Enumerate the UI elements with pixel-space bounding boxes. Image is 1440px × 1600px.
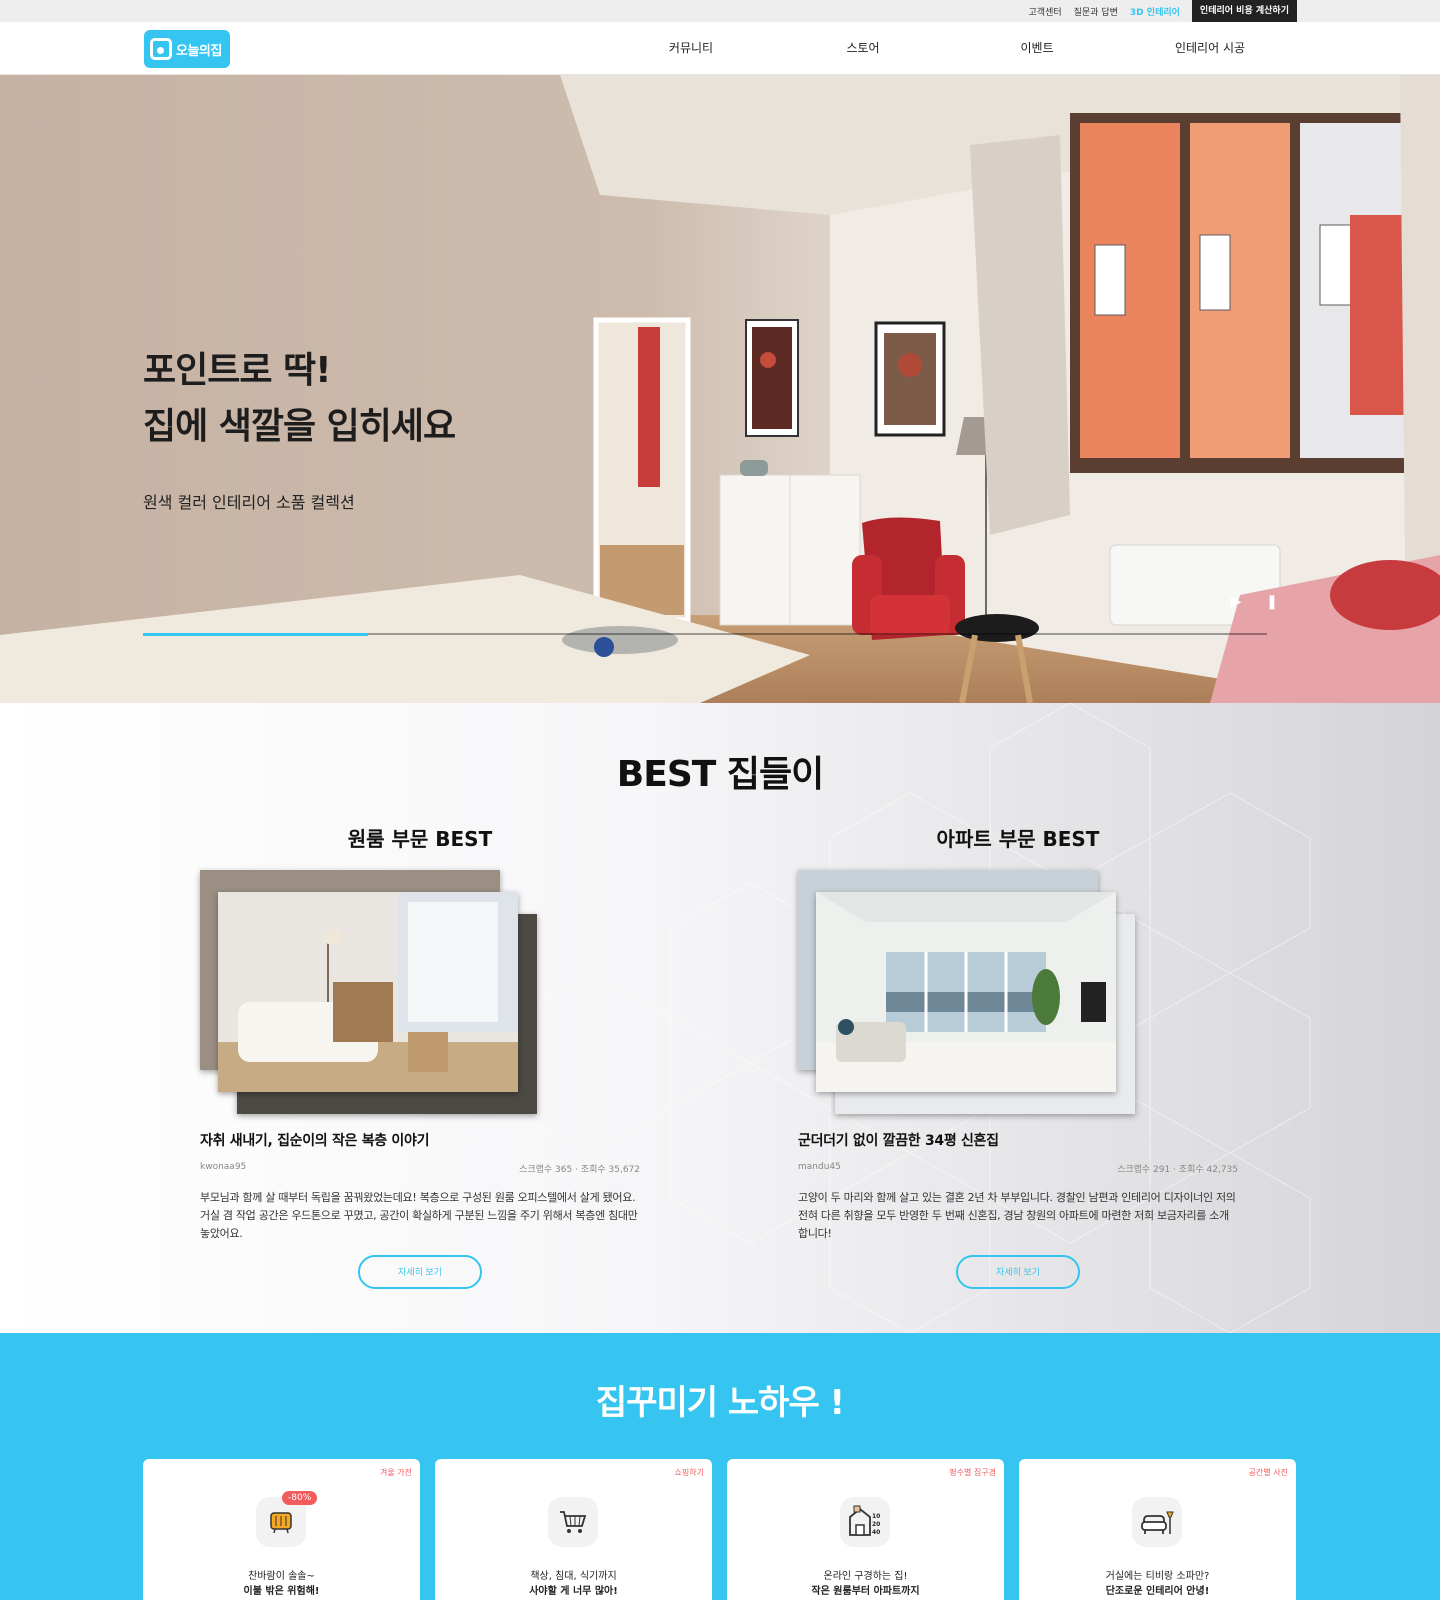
apartment-stats: 스크랩수 291 · 조회수 42,735	[1117, 1165, 1238, 1175]
sofa-icon	[1132, 1497, 1182, 1547]
apartment-heading: 아파트 부문 BEST	[936, 827, 1100, 851]
utility-links: 고객센터 질문과 답변 3D 인테리어 인테리어 비용 계산하기	[1017, 0, 1297, 22]
hero-banner: 포인트로 딱! 집에 색깔을 입히세요 원색 컬러 인테리어 소품 컬렉션 ▶ …	[0, 75, 1440, 703]
nav-community[interactable]: 커뮤니티	[631, 22, 751, 75]
card-text: 찬바람이 솔솔~ 이불 밖은 위험해!	[143, 1569, 420, 1599]
knowhow-card-size[interactable]: 평수별 집구경 10 20 40 온라인 구경하는 집! 작은 원룸부터 아파트…	[727, 1459, 1004, 1600]
oneroom-photo-stack[interactable]	[200, 870, 540, 1118]
knowhow-card-space[interactable]: 공간별 사진 거실에는 티비랑 소파만? 단조로운 인테리어 안녕!	[1019, 1459, 1296, 1600]
size-number-40: 40	[872, 1529, 880, 1536]
card-line1: 책상, 침대, 식기까지	[530, 1571, 617, 1582]
card-tag: 평수별 집구경	[949, 1468, 996, 1477]
knowhow-card-winter[interactable]: 겨울 가전 -80% 찬바람이 솔솔~ 이불 밖은 위험해!	[143, 1459, 420, 1600]
card-text: 책상, 침대, 식기까지 사야할 게 너무 많아!	[435, 1569, 712, 1599]
oneroom-title[interactable]: 자취 새내기, 집순이의 작은 복층 이야기	[200, 1130, 640, 1150]
knowhow-card-shopping[interactable]: 쇼핑하기 책상, 침대, 식기까지 사야할 게 너무 많아!	[435, 1459, 712, 1600]
apartment-photo	[816, 892, 1116, 1092]
apartment-best-card: 아파트 부문 BEST 군더더기 없이 깔끔한 34평 신혼집 mandu45 …	[798, 823, 1238, 1289]
size-number-10: 10	[872, 1513, 880, 1520]
play-icon[interactable]: ▶	[1226, 592, 1246, 612]
customer-center-link[interactable]: 고객센터	[1029, 5, 1062, 18]
slide-progress-fill	[143, 633, 368, 636]
hero-title-line2: 집에 색깔을 입히세요	[143, 406, 456, 447]
oneroom-room-image	[218, 892, 518, 1092]
card-tag: 겨울 가전	[380, 1468, 412, 1477]
oneroom-detail-button[interactable]: 자세히 보기	[358, 1255, 482, 1289]
card-line1: 온라인 구경하는 집!	[823, 1571, 908, 1582]
hero-subtitle: 원색 컬러 인테리어 소품 컬렉션	[143, 493, 355, 512]
house-size-icon: 10 20 40	[840, 1497, 890, 1547]
card-tag: 공간별 사진	[1248, 1468, 1288, 1477]
best-section-title: BEST 집들이	[616, 754, 824, 795]
card-tag: 쇼핑하기	[674, 1468, 704, 1477]
card-text: 온라인 구경하는 집! 작은 원룸부터 아파트까지	[727, 1569, 1004, 1599]
hero-title: 포인트로 딱! 집에 색깔을 입히세요	[143, 343, 456, 455]
apartment-title[interactable]: 군더더기 없이 깔끔한 34평 신혼집	[798, 1130, 1238, 1150]
card-line2: 단조로운 인테리어 안녕!	[1105, 1586, 1210, 1597]
cost-calculator-link[interactable]: 인테리어 비용 계산하기	[1191, 0, 1297, 22]
main-header: 커뮤니티 스토어 이벤트 인테리어 시공 오늘의집	[0, 22, 1440, 75]
hero-title-line1: 포인트로 딱!	[143, 350, 332, 391]
size-number-20: 20	[872, 1521, 880, 1528]
card-line1: 거실에는 티비랑 소파만?	[1105, 1571, 1210, 1582]
oneroom-stats: 스크랩수 365 · 조회수 35,672	[519, 1165, 640, 1175]
oneroom-best-card: 원룸 부문 BEST 자취 새내기, 집순이의 작은 복층 이야기 kwonaa…	[200, 823, 640, 1289]
oneroom-description: 부모님과 함께 살 때부터 독립을 꿈꿔왔었는데요! 복층으로 구성된 원룸 오…	[200, 1191, 638, 1240]
discount-badge: -80%	[282, 1491, 318, 1505]
apartment-meta: mandu45 스크랩수 291 · 조회수 42,735	[798, 1162, 1238, 1175]
apartment-photo-stack[interactable]	[798, 870, 1138, 1118]
cart-icon	[548, 1497, 598, 1547]
card-text: 거실에는 티비랑 소파만? 단조로운 인테리어 안녕!	[1019, 1569, 1296, 1599]
nav-interior-construction[interactable]: 인테리어 시공	[1150, 22, 1270, 75]
pause-icon[interactable]: ❚	[1262, 592, 1282, 612]
card-line2: 작은 원룸부터 아파트까지	[811, 1586, 920, 1597]
apartment-author: mandu45	[798, 1162, 841, 1172]
knowhow-title: 집꾸미기 노하우 !	[595, 1383, 845, 1423]
card-line1: 찬바람이 솔솔~	[248, 1571, 315, 1582]
qna-link[interactable]: 질문과 답변	[1074, 5, 1118, 18]
knowhow-cards: 겨울 가전 -80% 찬바람이 솔솔~ 이불 밖은 위험해! 쇼핑하기 책상, …	[143, 1459, 1297, 1600]
3d-interior-link[interactable]: 3D 인테리어	[1130, 5, 1180, 18]
oneroom-meta: kwonaa95 스크랩수 365 · 조회수 35,672	[200, 1162, 640, 1175]
utility-bar: 고객센터 질문과 답변 3D 인테리어 인테리어 비용 계산하기	[0, 0, 1440, 22]
logo[interactable]: 오늘의집	[144, 30, 230, 68]
oneroom-heading: 원룸 부문 BEST	[347, 827, 493, 851]
nav-event[interactable]: 이벤트	[977, 22, 1097, 75]
decor-knowhow-section: 집꾸미기 노하우 ! 겨울 가전 -80% 찬바람이 솔솔~ 이불 밖은 위험해…	[0, 1333, 1440, 1600]
slide-progress-track	[143, 633, 1267, 636]
best-housewarming-section: BEST 집들이 원룸 부문 BEST 자취 새내기, 집순이의 작은 복층 이…	[0, 703, 1440, 1333]
apartment-room-image	[816, 892, 1116, 1092]
apartment-description: 고양이 두 마리와 함께 살고 있는 결혼 2년 차 부부입니다. 경찰인 남편…	[798, 1191, 1236, 1240]
apartment-detail-button[interactable]: 자세히 보기	[956, 1255, 1080, 1289]
house-logo-icon	[150, 38, 172, 60]
oneroom-author: kwonaa95	[200, 1162, 247, 1172]
card-line2: 사야할 게 너무 많아!	[529, 1586, 618, 1597]
card-line2: 이불 밖은 위험해!	[243, 1586, 320, 1597]
oneroom-photo	[218, 892, 518, 1092]
nav-store[interactable]: 스토어	[803, 22, 923, 75]
logo-text: 오늘의집	[176, 43, 222, 59]
